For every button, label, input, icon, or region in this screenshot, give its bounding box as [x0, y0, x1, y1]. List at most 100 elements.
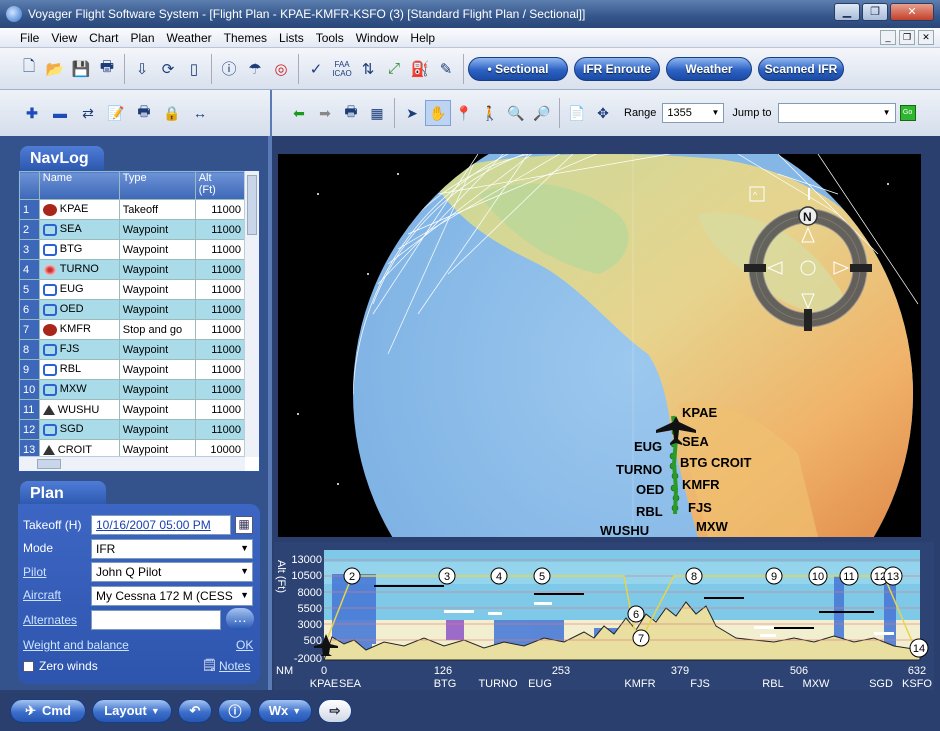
waypoint-type-cell[interactable]: Takeoff: [118, 199, 196, 220]
map-label-btg[interactable]: BTG: [680, 455, 707, 470]
cmd-button[interactable]: ✈ Cmd: [10, 698, 86, 723]
pan-hand-icon[interactable]: ✋: [425, 100, 451, 126]
check-icon[interactable]: ✓: [303, 56, 329, 82]
profile-marker[interactable]: 5: [533, 567, 551, 585]
zoom-in-icon[interactable]: 🔍: [503, 100, 529, 126]
profile-marker[interactable]: 13: [883, 566, 903, 586]
navlog-horizontal-scrollbar[interactable]: [19, 456, 245, 471]
column-header-alt[interactable]: Alt (Ft): [194, 171, 246, 200]
table-row[interactable]: 9 RBL Waypoint 11000: [19, 359, 246, 380]
waypoint-type-cell[interactable]: Waypoint: [118, 299, 196, 320]
waypoint-name-cell[interactable]: WUSHU: [38, 399, 120, 420]
waypoint-type-cell[interactable]: Waypoint: [118, 379, 196, 400]
move-icon[interactable]: ✥: [590, 100, 616, 126]
expand-horizontal-icon[interactable]: ↔: [190, 100, 210, 126]
map-label-eug[interactable]: EUG: [634, 439, 662, 454]
pin-icon[interactable]: 📍: [451, 100, 477, 126]
waypoint-name-cell[interactable]: OED: [38, 299, 120, 320]
mdi-restore-button[interactable]: ❐: [899, 30, 915, 45]
parachute-icon[interactable]: ☂: [242, 56, 268, 82]
altitude-cell[interactable]: 11000: [194, 239, 246, 260]
menu-plan[interactable]: Plan: [124, 31, 160, 45]
waypoint-type-cell[interactable]: Waypoint: [118, 419, 196, 440]
waypoint-name-cell[interactable]: EUG: [38, 279, 120, 300]
add-waypoint-icon[interactable]: ✚: [22, 100, 42, 126]
zoom-out-icon[interactable]: 🔎: [529, 100, 555, 126]
maximize-button[interactable]: ❐: [862, 3, 888, 21]
profile-marker[interactable]: 4: [490, 567, 508, 585]
map-label-rbl[interactable]: RBL: [636, 504, 663, 519]
tab-scanned-ifr[interactable]: Scanned IFR: [758, 56, 844, 81]
tab-weather[interactable]: Weather: [666, 56, 752, 81]
waypoint-name-cell[interactable]: TURNO: [38, 259, 120, 280]
profile-marker[interactable]: 11: [839, 566, 859, 586]
print-icon[interactable]: 🖶: [94, 56, 120, 82]
table-row[interactable]: 6 OED Waypoint 11000: [19, 299, 246, 320]
altitude-cell[interactable]: 11000: [194, 199, 246, 220]
waypoint-name-cell[interactable]: RBL: [38, 359, 120, 380]
profile-marker[interactable]: 14: [909, 638, 929, 658]
map-label-mxw[interactable]: MXW: [696, 519, 729, 534]
menu-window[interactable]: Window: [350, 31, 405, 45]
waypoint-type-cell[interactable]: Waypoint: [118, 219, 196, 240]
altitude-cell[interactable]: 11000: [194, 339, 246, 360]
close-button[interactable]: ✕: [890, 3, 934, 21]
more-options-icon[interactable]: …: [226, 608, 254, 630]
altitude-cell[interactable]: 11000: [194, 259, 246, 280]
menu-help[interactable]: Help: [404, 31, 441, 45]
altitude-cell[interactable]: 11000: [194, 359, 246, 380]
waypoint-name-cell[interactable]: KPAE: [38, 199, 120, 220]
table-row[interactable]: 4 TURNO Waypoint 11000: [19, 259, 246, 280]
range-select[interactable]: 1355 ▼: [662, 103, 725, 123]
waypoint-type-cell[interactable]: Waypoint: [118, 359, 196, 380]
table-row[interactable]: 7 KMFR Stop and go 11000: [19, 319, 246, 340]
waypoint-name-cell[interactable]: MXW: [38, 379, 120, 400]
mdi-close-button[interactable]: ✕: [918, 30, 934, 45]
aircraft-select[interactable]: My Cessna 172 M (CESS ▼: [91, 586, 253, 606]
column-header-type[interactable]: Type: [118, 171, 196, 200]
table-row[interactable]: 12 SGD Waypoint 11000: [19, 419, 246, 440]
print-map-icon[interactable]: 🖶: [338, 100, 364, 126]
forward-icon[interactable]: ➡: [312, 100, 338, 126]
table-row[interactable]: 10 MXW Waypoint 11000: [19, 379, 246, 400]
menu-themes[interactable]: Themes: [218, 31, 273, 45]
edit-page-icon[interactable]: 📝: [106, 100, 126, 126]
fuel-pump-icon[interactable]: ⛽: [407, 56, 433, 82]
minimize-button[interactable]: ▁: [834, 3, 860, 21]
profile-marker[interactable]: 2: [343, 567, 361, 585]
waypoint-type-cell[interactable]: Waypoint: [118, 259, 196, 280]
route-icon[interactable]: ⤢: [381, 56, 407, 82]
menu-file[interactable]: File: [14, 31, 45, 45]
pilot-link[interactable]: Pilot: [23, 565, 46, 579]
new-file-icon[interactable]: 🗋: [16, 56, 42, 82]
back-icon[interactable]: ⬅: [286, 100, 312, 126]
takeoff-datetime-field[interactable]: 10/16/2007 05:00 PM: [91, 515, 231, 535]
waypoint-type-cell[interactable]: Waypoint: [118, 279, 196, 300]
map-label-fjs[interactable]: FJS: [688, 500, 712, 515]
profile-marker[interactable]: 3: [438, 567, 456, 585]
profile-marker[interactable]: 8: [685, 567, 703, 585]
calendar-icon[interactable]: ▦: [235, 516, 253, 534]
walk-icon[interactable]: 🚶: [477, 100, 503, 126]
profile-marker[interactable]: 6: [627, 605, 645, 623]
sort-icon[interactable]: ⇅: [355, 56, 381, 82]
save-icon[interactable]: 💾: [68, 56, 94, 82]
altitude-cell[interactable]: 11000: [194, 399, 246, 420]
globe-map[interactable]: KPAE SEA EUG BTG CROIT TURNO KMFR OED FJ…: [278, 114, 921, 674]
pointer-icon[interactable]: ➤: [399, 100, 425, 126]
remove-waypoint-icon[interactable]: ▬: [50, 100, 70, 126]
mdi-minimize-button[interactable]: _: [880, 30, 896, 45]
map-label-kmfr[interactable]: KMFR: [682, 477, 720, 492]
table-icon[interactable]: ▦: [364, 100, 390, 126]
waypoint-type-cell[interactable]: Waypoint: [118, 239, 196, 260]
pilot-select[interactable]: John Q Pilot ▼: [91, 562, 253, 582]
table-row[interactable]: 5 EUG Waypoint 11000: [19, 279, 246, 300]
weight-balance-ok-link[interactable]: OK: [236, 638, 253, 652]
undo-button[interactable]: ↶: [178, 698, 212, 723]
print-navlog-icon[interactable]: 🖶: [134, 100, 154, 126]
profile-marker[interactable]: 9: [765, 567, 783, 585]
table-row[interactable]: 8 FJS Waypoint 11000: [19, 339, 246, 360]
waypoint-type-cell[interactable]: Stop and go: [118, 319, 196, 340]
map-view[interactable]: KPAE SEA EUG BTG CROIT TURNO KMFR OED FJ…: [278, 114, 921, 674]
tab-sectional[interactable]: • Sectional: [468, 56, 568, 81]
